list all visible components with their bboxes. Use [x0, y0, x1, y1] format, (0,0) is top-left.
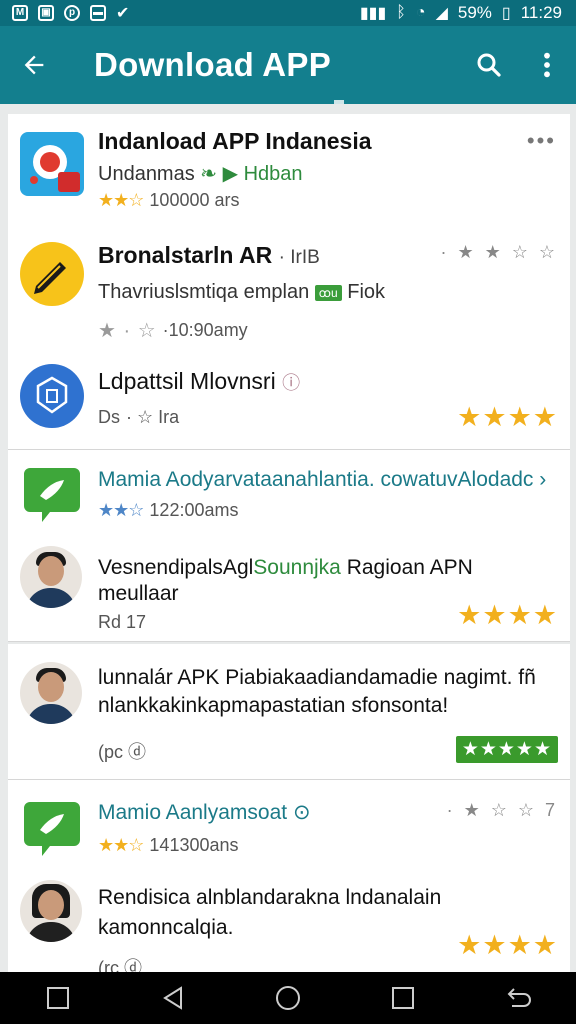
app-title: Mamia Aodyarvataanahlantia. cowatuvAloda… [98, 468, 547, 491]
status-bar: M ▣ p ▬ ✔ ▮▮▮ ᛒ ◔ ◢ 59% ▯ 11:29 [0, 0, 576, 26]
app-icon-chat [20, 796, 84, 860]
app-meta: ★★☆ 141300ans [98, 835, 556, 856]
download-count: ·10:90amy [162, 320, 248, 340]
app-subtitle: Thavriuslsmtiqa empl​an ꝏu Fiok [98, 281, 386, 303]
app-card: ••• Indanload APP Indanesia Undanmas ❧ ▶ [8, 114, 570, 450]
list-item[interactable]: Ldpattsil Mlovnsri ⓘ Ds · ☆ Ira ★★★★ [8, 364, 570, 444]
list-item[interactable]: Rendisica alnblandarakna lndanalain kamo… [8, 876, 570, 972]
avatar [20, 880, 84, 944]
list-item[interactable]: VesnendipalsAglSounnjka Ragioan APN meul… [8, 546, 570, 642]
app-meta: ★★☆ 122:00ams [98, 500, 556, 521]
star-rating: ★★☆ [98, 835, 144, 855]
app-icon-shield [20, 364, 84, 428]
app-meta: ★★☆ 100000 ars [98, 190, 556, 211]
system-nav-bar [0, 972, 576, 1024]
app-chip: ꝏu [314, 284, 342, 301]
app-card: Mamio Aanlyamsoat ⊙ ★★☆ 141300ans · ★ ☆ … [8, 780, 570, 972]
signal-bars-icon: ▮▮▮ [359, 5, 387, 22]
home-circle-icon [275, 986, 300, 1010]
photo-icon: ▣ [38, 5, 54, 21]
star-rating: ★★☆ [98, 500, 144, 520]
app-meta: ★ · ☆ ·10:90amy [98, 318, 556, 343]
chevron-right-icon[interactable]: › [539, 468, 546, 491]
app-title: Ldpattsil Mlovnsri ⓘ [98, 368, 301, 394]
page-title: Download APP [94, 46, 332, 83]
app-icon-ring [20, 132, 84, 196]
app-title: Indanload APP Indanesia [98, 128, 372, 154]
star-rating: ★★★★ [457, 402, 558, 432]
info-icon: ⓘ [282, 373, 301, 393]
clock: 11:29 [520, 3, 562, 22]
cell-signal-icon: ◢ [435, 5, 448, 22]
mail-icon: M [12, 5, 28, 21]
app-card: lunnalár APK Piabiakaadiandamadie nagimt… [8, 644, 570, 780]
leaf-icon: ❧ [200, 163, 223, 185]
app-icon-chat [20, 462, 84, 526]
verified-icon: ⊙ [292, 801, 311, 824]
list-item[interactable]: Bronalstarln AR · IrIB Thavriuslsmtiqa e… [8, 242, 570, 352]
avatar [20, 546, 84, 610]
star-rating: ★★★★ [457, 600, 558, 630]
list-item[interactable]: Mamia Aodyarvataanahlantia. cowatuvAloda… [8, 462, 570, 532]
home-button[interactable] [258, 972, 318, 1024]
list-item[interactable]: lunnalár APK Piabiakaadiandamadie nagimt… [8, 658, 570, 768]
battery-icon: ▯ [501, 5, 511, 22]
back-triangle-icon [162, 986, 182, 1010]
download-count: 100000 ars [149, 190, 240, 210]
star-rating: ★★☆ [98, 190, 144, 210]
play-icon: ▶ [222, 163, 238, 185]
battery-text: 59% [457, 3, 492, 22]
back-nav-button[interactable] [143, 972, 203, 1024]
image-icon: ▬ [90, 5, 106, 21]
app-card: Mamia Aodyarvataanahlantia. cowatuvAloda… [8, 450, 570, 642]
overview-square-icon [392, 987, 415, 1009]
developer-name: Undanmas [98, 163, 195, 185]
search-button[interactable] [460, 26, 518, 104]
app-tag: Hdban [243, 163, 303, 185]
app-title: VesnendipalsAglSounnjka Ragioan APN [98, 556, 473, 579]
app-icon-pen [20, 242, 84, 306]
rating-badge: ★★★★★ [455, 736, 558, 763]
app-developer: Undanmas ❧ ▶ Hdban [98, 161, 556, 186]
search-icon [477, 53, 501, 77]
return-button[interactable] [488, 972, 548, 1024]
star-rating: ★★★★ [457, 930, 558, 960]
avatar [20, 662, 84, 726]
status-left-icons: M ▣ p ▬ ✔ [12, 3, 129, 23]
list-item[interactable]: Mamio Aanlyamsoat ⊙ ★★☆ 141300ans · ★ ☆ … [8, 794, 570, 864]
return-icon [507, 988, 532, 1007]
bluetooth-icon: ᛒ [396, 4, 406, 21]
download-count: 141300ans [149, 835, 239, 855]
back-button[interactable] [0, 26, 68, 104]
app-title: Rendisica alnblandarakna lndanalain [98, 886, 442, 909]
more-options-button[interactable] [518, 26, 576, 104]
check-icon: ✔ [116, 5, 130, 22]
recent-apps-button[interactable] [28, 972, 88, 1024]
back-arrow-icon [24, 55, 44, 75]
app-title-line2: nlankkakinkapmapastatian sfonsonta! [98, 694, 449, 717]
star-rating: ★ · ☆ [98, 320, 157, 342]
pinterest-icon: p [64, 5, 80, 21]
rating-summary: · ★ ★ ☆ ☆ [440, 242, 558, 262]
download-count: 122:00ams [149, 500, 239, 520]
status-right-icons: ▮▮▮ ᛒ ◔ ◢ 59% ▯ 11:29 [360, 3, 562, 23]
app-title: lunnalár APK Piabiakaadiandamadie nagimt… [98, 666, 536, 689]
rating-summary: · ★ ☆ ☆ 7 [446, 800, 558, 820]
recent-square-icon [46, 987, 69, 1009]
overview-button[interactable] [373, 972, 433, 1024]
more-vert-icon [544, 52, 550, 78]
app-list[interactable]: ••• Indanload APP Indanesia Undanmas ❧ ▶ [0, 104, 576, 972]
list-item[interactable]: Indanload APP Indanesia Undanmas ❧ ▶ Hdb… [8, 128, 570, 228]
app-bar: Download APP [0, 26, 576, 104]
wifi-icon: ◔ [415, 4, 426, 21]
